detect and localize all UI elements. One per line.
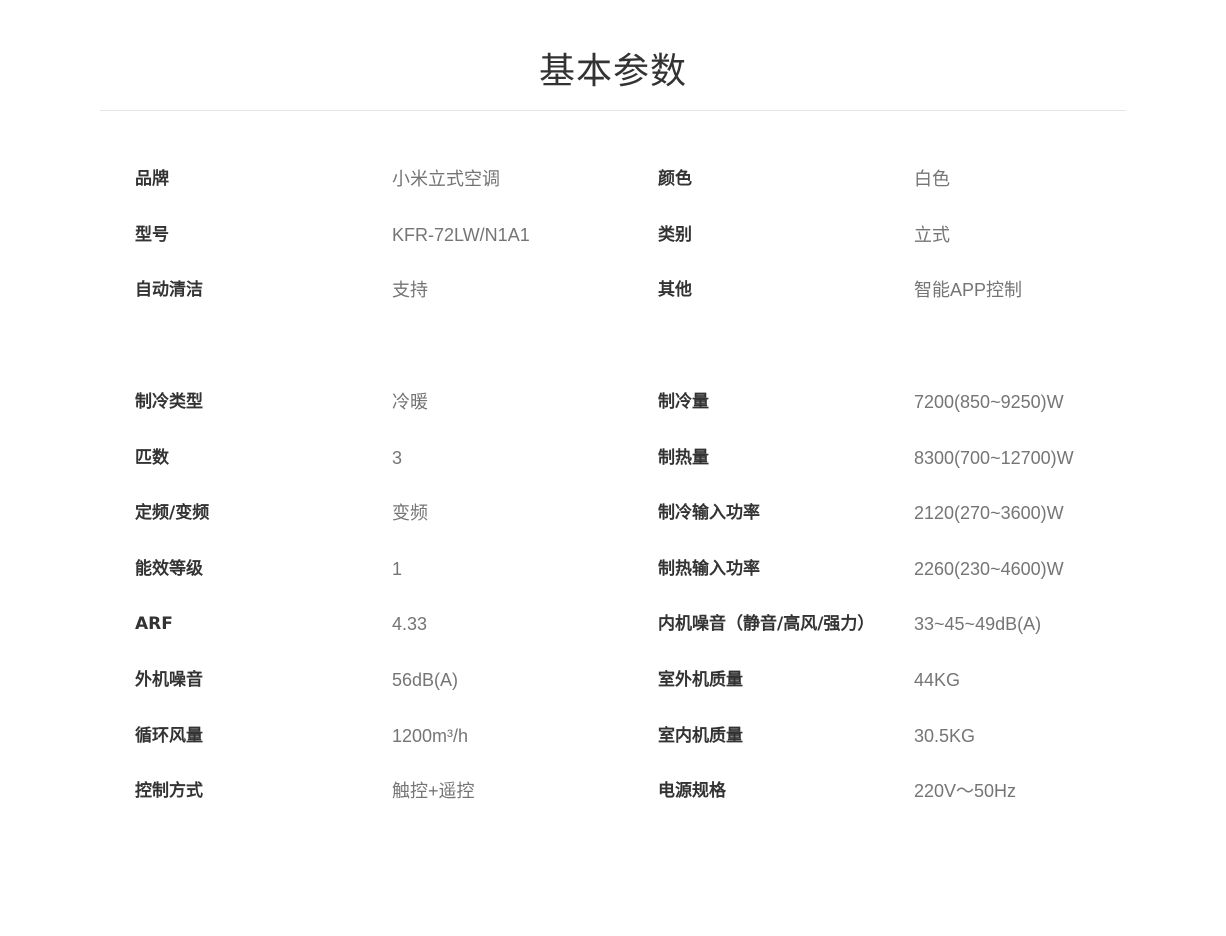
spec-row: 型号 KFR-72LW/N1A1 类别 立式 — [135, 208, 1135, 264]
spec-row: 品牌 小米立式空调 颜色 白色 — [135, 152, 1135, 208]
spec-label: ARF — [135, 614, 173, 635]
spec-label: 品牌 — [135, 169, 169, 189]
spec-label: 制冷输入功率 — [658, 503, 760, 524]
spec-value: 8300(700~12700)W — [914, 447, 1074, 468]
spec-value: 4.33 — [392, 614, 428, 635]
spec-value: 变频 — [392, 503, 428, 524]
spec-value: 白色 — [914, 169, 950, 189]
spec-label: 室外机质量 — [658, 669, 743, 690]
spec-group-basic: 品牌 小米立式空调 颜色 白色 型号 KFR-72LW/N1A1 类别 立式 自… — [135, 152, 1135, 319]
spec-value: 智能APP控制 — [914, 280, 1023, 301]
spec-value: 2260(230~4600)W — [914, 558, 1064, 579]
spec-value: 7200(850~9250)W — [914, 392, 1064, 412]
spec-row: 匹数 3 制热量 8300(700~12700)W — [135, 431, 1135, 487]
spec-label: 制热量 — [658, 447, 709, 468]
spec-value: 支持 — [392, 280, 428, 301]
spec-value: 30.5KG — [914, 725, 976, 746]
spec-label: 外机噪音 — [135, 669, 203, 690]
spec-value: 44KG — [914, 669, 961, 690]
spec-label: 室内机质量 — [658, 725, 743, 746]
spec-label: 循环风量 — [135, 725, 203, 746]
spec-label: 匹数 — [135, 447, 169, 468]
spec-group-performance: 制冷类型 冷暖 制冷量 7200(850~9250)W 匹数 3 制热量 830… — [135, 375, 1135, 820]
spec-label: 其他 — [658, 280, 692, 301]
spec-label: 定频/变频 — [135, 503, 210, 524]
spec-value: 1200m³/h — [392, 725, 469, 746]
spec-label: 制冷类型 — [135, 392, 203, 412]
spec-row: 控制方式 触控+遥控 电源规格 220V～50Hz — [135, 764, 1135, 820]
spec-value: 触控+遥控 — [392, 781, 475, 802]
spec-row: 定频/变频 变频 制冷输入功率 2120(270~3600)W — [135, 486, 1135, 542]
spec-value: 33~45~49dB(A) — [914, 614, 1042, 635]
spec-label: 能效等级 — [135, 558, 203, 579]
spec-value: KFR-72LW/N1A1 — [392, 224, 530, 245]
spec-row: 制冷类型 冷暖 制冷量 7200(850~9250)W — [135, 375, 1135, 431]
spec-label: 型号 — [135, 224, 169, 245]
spec-label: 内机噪音（静音/高风/强力） — [658, 614, 875, 635]
spec-label: 制冷量 — [658, 392, 709, 412]
spec-label: 制热输入功率 — [658, 558, 760, 579]
page-title: 基本参数 — [538, 51, 687, 93]
spec-value: 220V～50Hz — [914, 781, 1017, 802]
spec-label: 电源规格 — [658, 781, 726, 802]
spec-row: 循环风量 1200m³/h 室内机质量 30.5KG — [135, 709, 1135, 765]
spec-row: ARF 4.33 内机噪音（静音/高风/强力） 33~45~49dB(A) — [135, 597, 1135, 653]
spec-label: 自动清洁 — [135, 280, 203, 301]
spec-value: 56dB(A) — [392, 669, 459, 690]
spec-label: 类别 — [658, 224, 692, 245]
title-divider — [100, 110, 1126, 111]
spec-row: 外机噪音 56dB(A) 室外机质量 44KG — [135, 653, 1135, 709]
spec-value: 小米立式空调 — [392, 169, 500, 189]
spec-label: 颜色 — [658, 169, 692, 189]
spec-value: 冷暖 — [392, 392, 428, 412]
spec-row: 能效等级 1 制热输入功率 2260(230~4600)W — [135, 542, 1135, 598]
spec-row: 自动清洁 支持 其他 智能APP控制 — [135, 263, 1135, 319]
spec-value: 3 — [392, 447, 403, 468]
spec-label: 控制方式 — [135, 781, 203, 802]
spec-value: 立式 — [914, 224, 950, 245]
spec-value: 1 — [392, 558, 403, 579]
spec-value: 2120(270~3600)W — [914, 503, 1064, 524]
